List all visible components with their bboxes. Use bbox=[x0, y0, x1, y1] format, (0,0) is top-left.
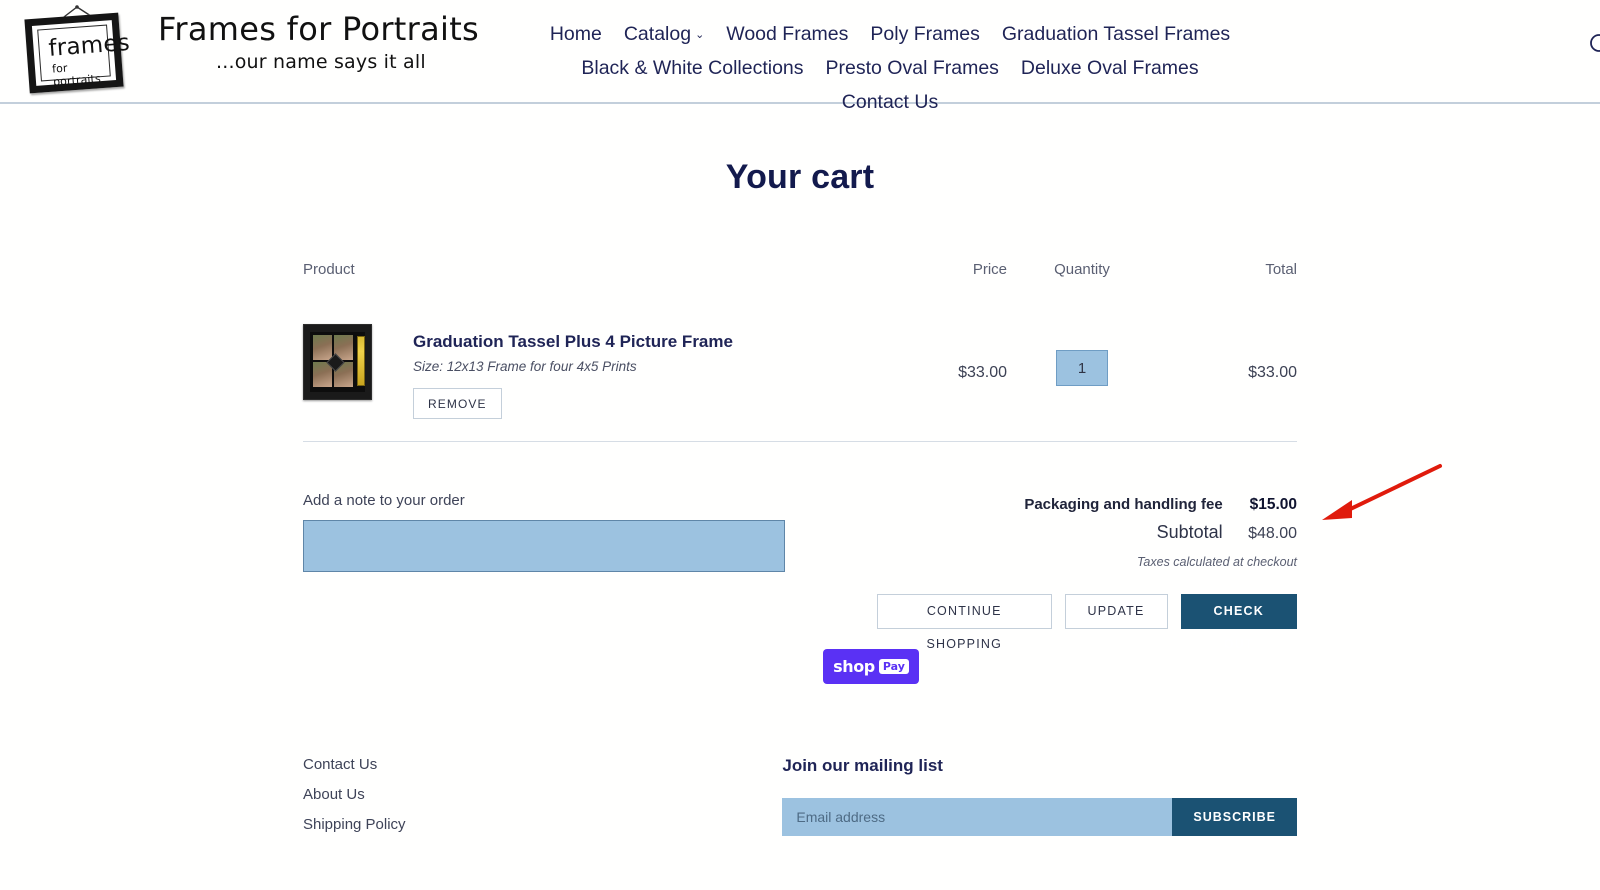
update-cart-button[interactable]: UPDATE bbox=[1064, 594, 1168, 629]
cart-item-title-link[interactable]: Graduation Tassel Plus 4 Picture Frame bbox=[413, 332, 733, 351]
cart-item-variant: Size: 12x13 Frame for four 4x5 Prints bbox=[413, 359, 637, 374]
order-note-label: Add a note to your order bbox=[303, 492, 465, 509]
order-note-block: Add a note to your order bbox=[303, 492, 785, 629]
nav-link-catalog[interactable]: Catalog ⌄ bbox=[624, 18, 704, 52]
footer-link-about-us[interactable]: About Us bbox=[303, 786, 782, 803]
footer-link-shipping-policy[interactable]: Shipping Policy bbox=[303, 816, 782, 833]
search-icon[interactable] bbox=[1588, 32, 1600, 58]
cart-item-info: Graduation Tassel Plus 4 Picture Frame S… bbox=[413, 324, 733, 419]
cart-table-header: Product Price Quantity Total bbox=[303, 261, 1297, 284]
tax-note: Taxes calculated at checkout bbox=[1136, 555, 1297, 569]
site-footer: Contact Us About Us Shipping Policy Join o… bbox=[303, 684, 1297, 846]
nav-link-home[interactable]: Home bbox=[550, 18, 602, 51]
continue-shopping-button[interactable]: CONTINUE SHOPPING bbox=[877, 594, 1052, 651]
footer-link-contact-us[interactable]: Contact Us bbox=[303, 756, 782, 773]
column-header-total: Total bbox=[1265, 261, 1297, 278]
newsletter-form: SUBSCRIBE bbox=[782, 798, 1297, 836]
logo-frame-inner-border: frames for portraits bbox=[37, 24, 131, 89]
subtotal-label: Subtotal bbox=[1156, 522, 1223, 542]
cart-item-product-cell: Graduation Tassel Plus 4 Picture Frame S… bbox=[303, 324, 857, 419]
cart-footer: Add a note to your order Packaging and h… bbox=[303, 442, 1297, 651]
subtotal-row: Subtotal $48.00 bbox=[877, 522, 1297, 543]
packaging-fee-row: Packaging and handling fee $15.00 bbox=[877, 496, 1297, 514]
packaging-fee-value: $15.00 bbox=[1249, 496, 1297, 513]
nav-row-2: Black & White Collections Presto Oval Fra… bbox=[520, 52, 1260, 120]
newsletter-title: Join our mailing list bbox=[782, 756, 943, 775]
cart-item-quantity-cell bbox=[1007, 324, 1157, 386]
nav-link-presto-oval-frames[interactable]: Presto Oval Frames bbox=[826, 52, 999, 85]
brand-logo-area[interactable]: frames for portraits Frames for Portrait… bbox=[18, 5, 479, 97]
check-out-button[interactable]: CHECK OUT bbox=[1180, 594, 1297, 651]
shop-pay-button[interactable]: shop Pay bbox=[823, 649, 919, 684]
main-navigation: Home Catalog ⌄ Wood Frames Poly Frames Gradua… bbox=[520, 18, 1260, 120]
email-input[interactable] bbox=[782, 798, 1173, 836]
packaging-fee-label: Packaging and handling fee bbox=[1024, 496, 1223, 513]
brand-title: Frames for Portraits bbox=[158, 10, 480, 48]
nav-row-1: Home Catalog ⌄ Wood Frames Poly Frames Gradua… bbox=[520, 18, 1260, 52]
footer-links-column: Contact Us About Us Shipping Policy bbox=[303, 756, 782, 846]
logo-word-frames: frames bbox=[47, 29, 131, 62]
brand-text: Frames for Portraits ...our name says it… bbox=[158, 5, 479, 73]
nav-link-deluxe-oval-frames[interactable]: Deluxe Oval Frames bbox=[1021, 52, 1199, 85]
brand-tagline: ...our name says it all bbox=[216, 51, 426, 73]
cart-totals-block: Packaging and handling fee $15.00 Subtot… bbox=[877, 492, 1297, 651]
cart-page: Your cart Product Price Quantity Total G… bbox=[0, 158, 1600, 846]
remove-button[interactable]: REMOVE bbox=[413, 388, 502, 419]
column-header-quantity: Quantity bbox=[1054, 261, 1110, 278]
page-title: Your cart bbox=[725, 158, 875, 196]
logo-word-for-portraits: for portraits bbox=[51, 61, 102, 89]
shop-pay-pay-badge: Pay bbox=[878, 659, 909, 674]
chevron-down-icon: ⌄ bbox=[695, 29, 705, 41]
table-row: Graduation Tassel Plus 4 Picture Frame S… bbox=[303, 284, 1297, 442]
nav-link-contact-us[interactable]: Contact Us bbox=[842, 86, 938, 119]
cart-item-line-total: $33.00 bbox=[1248, 364, 1297, 381]
quantity-input[interactable] bbox=[1056, 350, 1108, 386]
cart-item-price: $33.00 bbox=[958, 364, 1007, 381]
nav-link-wood-frames[interactable]: Wood Frames bbox=[726, 18, 848, 51]
nav-link-graduation-tassel-frames[interactable]: Graduation Tassel Frames bbox=[1002, 18, 1230, 51]
thumbnail-matte bbox=[310, 332, 365, 392]
order-note-textarea[interactable] bbox=[303, 520, 785, 572]
site-header: frames for portraits Frames for Portrait… bbox=[0, 0, 1600, 113]
subscribe-button[interactable]: SUBSCRIBE bbox=[1172, 798, 1297, 836]
thumbnail-photo-1 bbox=[313, 335, 332, 360]
thumbnail-tassel bbox=[357, 336, 365, 386]
subtotal-value: $48.00 bbox=[1248, 525, 1297, 542]
shop-pay-shop-text: shop bbox=[833, 657, 875, 676]
column-header-product: Product bbox=[303, 261, 355, 278]
cart-action-buttons: CONTINUE SHOPPING UPDATE CHECK OUT bbox=[877, 594, 1297, 651]
newsletter-block: Join our mailing list SUBSCRIBE bbox=[782, 756, 1297, 846]
nav-link-black-white-collections[interactable]: Black & White Collections bbox=[581, 52, 803, 85]
logo-frame-border: frames for portraits bbox=[24, 12, 131, 94]
graduation-tassel-frame-thumbnail-icon[interactable] bbox=[303, 324, 372, 400]
column-header-price: Price bbox=[972, 261, 1007, 278]
nav-link-poly-frames[interactable]: Poly Frames bbox=[870, 18, 979, 51]
shop-pay-row: shop Pay bbox=[303, 649, 1297, 684]
picture-frame-logo-icon: frames for portraits bbox=[18, 5, 131, 97]
cart-container: Product Price Quantity Total Graduation … bbox=[303, 197, 1297, 684]
